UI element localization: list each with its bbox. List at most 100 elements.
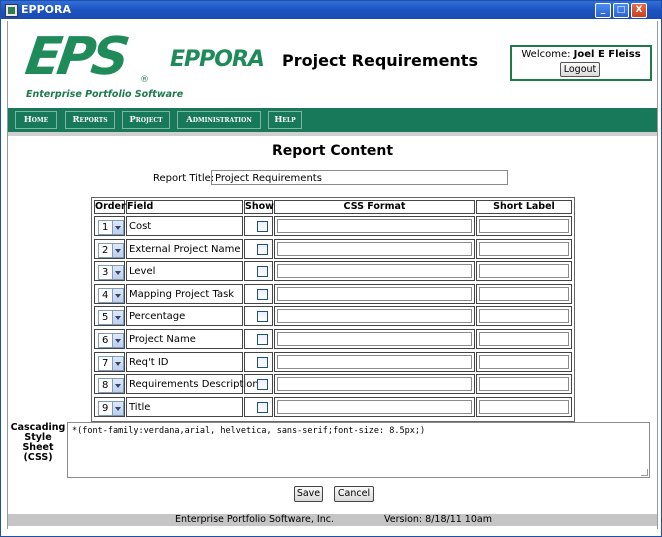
- app-window: EPPORA _ □ X EPS ® Enterprise Portfolio …: [0, 0, 662, 537]
- field-cell: Level: [126, 261, 243, 282]
- welcome-label: Welcome:: [521, 49, 571, 60]
- short-label-input[interactable]: [479, 219, 569, 233]
- show-checkbox[interactable]: [257, 311, 268, 323]
- field-cell: Title: [126, 396, 243, 417]
- minimize-button[interactable]: _: [595, 3, 611, 18]
- css-format-input[interactable]: [277, 219, 472, 233]
- css-format-cell: [274, 351, 475, 372]
- welcome-box: Welcome: Joel E Fleiss Logout: [510, 45, 652, 81]
- chevron-down-icon[interactable]: [112, 221, 123, 234]
- field-name: Mapping Project Task: [129, 288, 235, 300]
- show-cell: [244, 374, 273, 395]
- show-checkbox[interactable]: [257, 334, 268, 345]
- css-format-input[interactable]: [277, 377, 472, 392]
- css-format-input[interactable]: [277, 264, 472, 279]
- nav-administration[interactable]: Administration: [177, 111, 261, 129]
- report-title-label: Report Title:: [153, 173, 215, 184]
- show-checkbox[interactable]: [257, 266, 268, 278]
- css-value: *(font-family:verdana,arial, helvetica, …: [72, 426, 426, 436]
- show-checkbox[interactable]: [257, 288, 268, 300]
- field-cell: Mapping Project Task: [126, 283, 243, 304]
- field-name: Requirements Description: [129, 379, 259, 391]
- chevron-down-icon[interactable]: [112, 288, 123, 302]
- save-button[interactable]: Save: [294, 486, 323, 502]
- section-title: Report Content: [271, 143, 394, 159]
- css-format-cell: [274, 238, 475, 259]
- order-select[interactable]: 1: [98, 220, 124, 235]
- nav-divider: [8, 132, 657, 136]
- chevron-down-icon[interactable]: [112, 243, 123, 257]
- css-format-input[interactable]: [277, 354, 472, 369]
- footer: Enterprise Portfolio Software, Inc. Vers…: [8, 514, 657, 526]
- order-cell: 8: [94, 374, 125, 395]
- show-cell: [244, 261, 273, 282]
- show-checkbox[interactable]: [257, 221, 268, 232]
- header-css-format: CSS Format: [274, 200, 475, 214]
- resize-grip-icon[interactable]: [641, 469, 648, 476]
- chevron-down-icon[interactable]: [112, 334, 123, 347]
- order-select[interactable]: 2: [98, 242, 124, 258]
- eps-logo: EPS ® Enterprise Portfolio Software: [21, 27, 183, 104]
- field-cell: Req't ID: [126, 351, 243, 372]
- order-select[interactable]: 3: [98, 265, 124, 281]
- order-cell: 7: [94, 351, 125, 372]
- short-label-input[interactable]: [479, 354, 569, 369]
- short-label-input[interactable]: [479, 377, 569, 392]
- short-label-input[interactable]: [479, 309, 569, 324]
- show-cell: [244, 329, 273, 349]
- welcome-text: Welcome: Joel E Fleiss: [512, 49, 650, 60]
- order-value: 1: [102, 222, 109, 233]
- nav-project[interactable]: Project: [122, 111, 170, 129]
- header-field: Field: [126, 200, 243, 214]
- order-cell: 2: [94, 238, 125, 259]
- order-value: 4: [102, 289, 109, 301]
- css-format-input[interactable]: [277, 309, 472, 324]
- order-select[interactable]: 5: [98, 310, 124, 326]
- fields-table: Order Field Show CSS Format Short Label …: [91, 197, 575, 422]
- short-label-input[interactable]: [479, 399, 569, 414]
- report-title-input[interactable]: Project Requirements: [211, 170, 508, 185]
- css-format-input[interactable]: [277, 399, 472, 414]
- order-cell: 1: [94, 216, 125, 236]
- short-label-input[interactable]: [479, 241, 569, 256]
- short-label-input[interactable]: [479, 286, 569, 301]
- order-value: 7: [102, 357, 109, 369]
- show-checkbox[interactable]: [257, 243, 268, 255]
- show-checkbox[interactable]: [257, 356, 268, 368]
- chevron-down-icon[interactable]: [112, 379, 123, 393]
- css-textarea[interactable]: *(font-family:verdana,arial, helvetica, …: [67, 422, 650, 478]
- order-select[interactable]: 7: [98, 355, 124, 371]
- field-cell: Requirements Description: [126, 374, 259, 395]
- order-select[interactable]: 4: [98, 287, 124, 303]
- short-label-input[interactable]: [479, 332, 569, 346]
- order-select[interactable]: 8: [98, 378, 124, 394]
- field-name: External Project Name: [129, 243, 241, 255]
- short-label-input[interactable]: [479, 264, 569, 279]
- short-label-cell: [476, 396, 572, 417]
- nav-help[interactable]: Help: [268, 111, 302, 129]
- order-select[interactable]: 6: [98, 333, 124, 348]
- cancel-button[interactable]: Cancel: [334, 486, 374, 502]
- nav-reports[interactable]: Reports: [65, 111, 115, 129]
- eps-logo-letters: EPS: [21, 27, 130, 87]
- order-select[interactable]: 9: [98, 400, 124, 416]
- show-checkbox[interactable]: [257, 401, 268, 413]
- nav-home[interactable]: Home: [15, 111, 57, 129]
- css-format-input[interactable]: [277, 241, 472, 256]
- css-format-input[interactable]: [277, 286, 472, 301]
- show-cell: [244, 283, 273, 304]
- order-value: 6: [102, 335, 109, 346]
- close-button[interactable]: X: [631, 3, 647, 18]
- logout-button[interactable]: Logout: [560, 62, 600, 77]
- css-format-input[interactable]: [277, 332, 472, 346]
- maximize-button[interactable]: □: [613, 3, 629, 18]
- show-checkbox[interactable]: [257, 379, 268, 391]
- css-label-line: (CSS): [23, 452, 53, 463]
- eppora-logo: EPPORA: [170, 47, 265, 72]
- chevron-down-icon[interactable]: [112, 266, 123, 280]
- chevron-down-icon[interactable]: [112, 401, 123, 415]
- field-name: Level: [129, 266, 156, 278]
- nav-bar: Home Reports Project Administration Help: [8, 108, 657, 132]
- chevron-down-icon[interactable]: [112, 356, 123, 370]
- chevron-down-icon[interactable]: [112, 311, 123, 325]
